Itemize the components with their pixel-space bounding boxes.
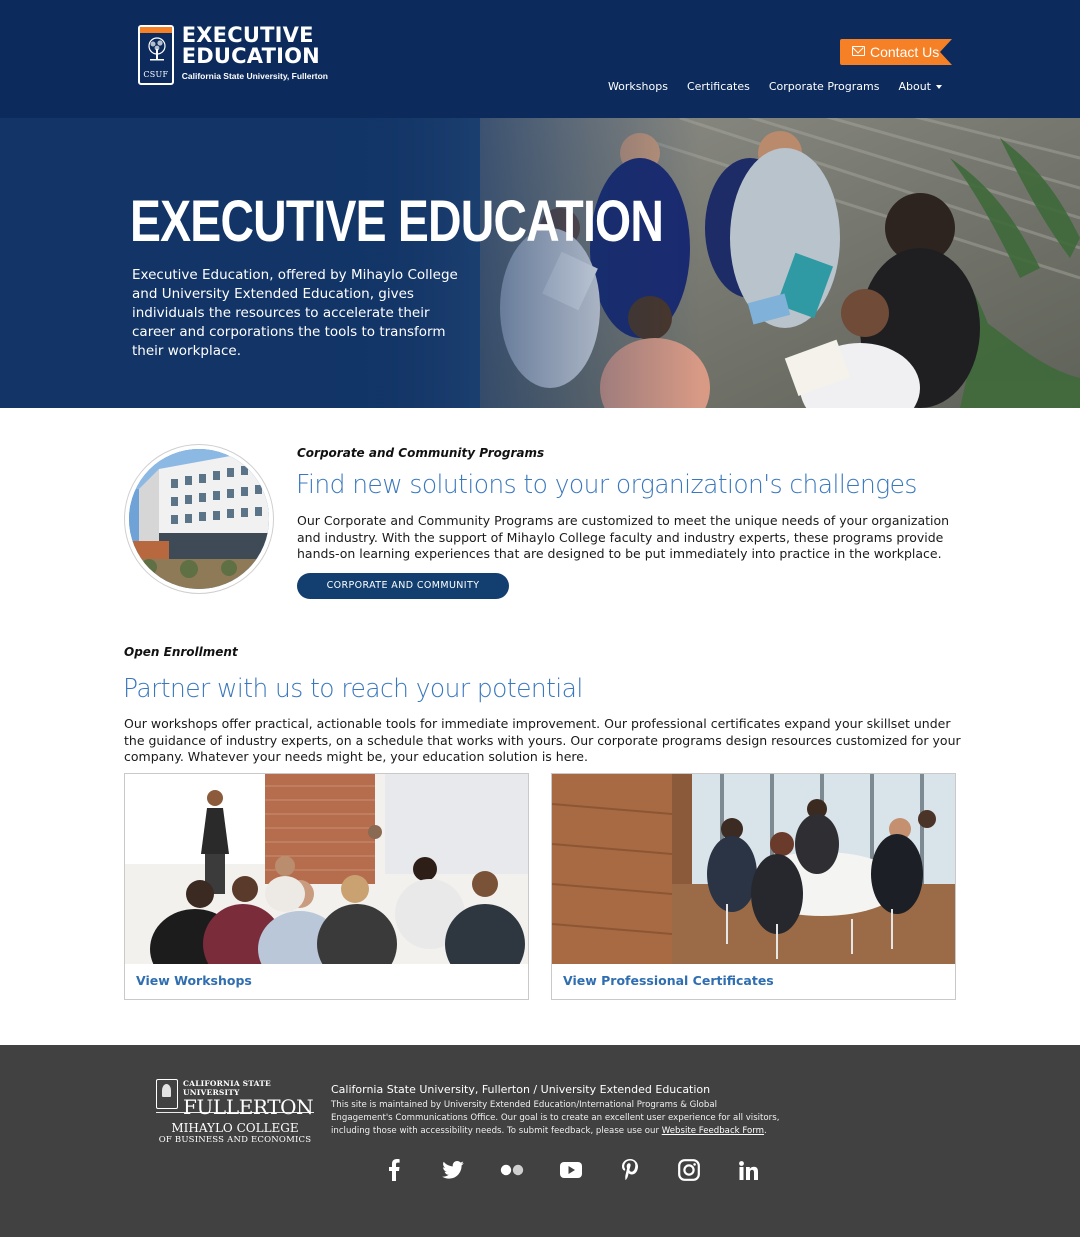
executive-education-logo[interactable]: CSUF EXECUTIVE EDUCATION California Stat…	[138, 25, 328, 87]
instagram-icon[interactable]	[675, 1156, 703, 1184]
nav-item-workshops[interactable]: Workshops	[608, 80, 668, 93]
corporate-title: Find new solutions to your organization'…	[296, 470, 917, 500]
pinterest-icon[interactable]	[616, 1156, 644, 1184]
hero-banner: EXECUTIVE EDUCATION Executive Education,…	[0, 118, 1080, 408]
corporate-building-photo	[124, 444, 274, 594]
certificates-meeting-photo	[552, 774, 955, 964]
workshops-card[interactable]: View Workshops	[124, 773, 529, 1000]
seal-text: CSUF	[143, 70, 169, 79]
linkedin-icon[interactable]	[734, 1156, 762, 1184]
footer-logo-school: OF BUSINESS AND ECONOMICS	[158, 1135, 312, 1145]
social-links	[380, 1156, 793, 1184]
nav-item-corporate-programs[interactable]: Corporate Programs	[769, 80, 880, 93]
footer-description: This site is maintained by University Ex…	[331, 1099, 781, 1138]
open-enrollment-eyebrow: Open Enrollment	[124, 645, 238, 659]
corporate-programs-button[interactable]: CORPORATE AND COMMUNITY PROGRAMS	[297, 573, 509, 617]
logo-line-2: EDUCATION	[181, 44, 320, 68]
main-nav: Workshops Certificates Corporate Program…	[589, 80, 942, 93]
contact-us-label: Contact Us	[870, 44, 940, 60]
logo-subtitle: California State University, Fullerton	[181, 71, 328, 81]
corporate-eyebrow: Corporate and Community Programs	[297, 446, 545, 460]
caret-down-icon	[936, 84, 942, 89]
mihaylo-college-logo[interactable]: CALIFORNIA STATE UNIVERSITY FULLERTON MI…	[156, 1079, 316, 1149]
logo-line-1: EXECUTIVE	[181, 23, 314, 47]
footer-title: California State University, Fullerton /…	[331, 1083, 711, 1096]
youtube-icon[interactable]	[557, 1156, 585, 1184]
site-footer: CALIFORNIA STATE UNIVERSITY FULLERTON MI…	[0, 1045, 1080, 1237]
tree-icon	[148, 37, 166, 61]
open-enrollment-description: Our workshops offer practical, actionabl…	[124, 716, 961, 764]
open-enrollment-title: Partner with us to reach your potential	[123, 674, 583, 704]
nav-item-about[interactable]: About	[898, 80, 942, 93]
view-workshops-link[interactable]: View Workshops	[136, 973, 252, 988]
facebook-icon[interactable]	[380, 1156, 408, 1184]
building-image	[129, 449, 269, 589]
site-header: CSUF EXECUTIVE EDUCATION California Stat…	[0, 0, 1080, 118]
mail-icon	[852, 46, 865, 56]
csuf-footer-seal-icon	[156, 1079, 178, 1109]
hero-description: Executive Education, offered by Mihaylo …	[132, 267, 458, 359]
footer-logo-campus: FULLERTON	[183, 1095, 314, 1119]
website-feedback-form-link[interactable]: Website Feedback Form	[662, 1126, 764, 1136]
contact-us-button[interactable]: Contact Us	[840, 39, 952, 65]
footer-text-end: .	[764, 1126, 767, 1136]
nav-item-about-label: About	[898, 80, 931, 93]
footer-logo-college: MIHAYLO COLLEGE	[171, 1121, 299, 1135]
workshop-classroom-photo	[125, 774, 528, 964]
nav-item-certificates[interactable]: Certificates	[687, 80, 750, 93]
hero-title: EXECUTIVE EDUCATION	[130, 189, 664, 254]
csuf-seal-icon: CSUF	[138, 25, 174, 85]
view-certificates-link[interactable]: View Professional Certificates	[563, 973, 774, 988]
certificates-card[interactable]: View Professional Certificates	[551, 773, 956, 1000]
flickr-icon[interactable]	[498, 1156, 526, 1184]
twitter-icon[interactable]	[439, 1156, 467, 1184]
corporate-description: Our Corporate and Community Programs are…	[297, 513, 950, 561]
